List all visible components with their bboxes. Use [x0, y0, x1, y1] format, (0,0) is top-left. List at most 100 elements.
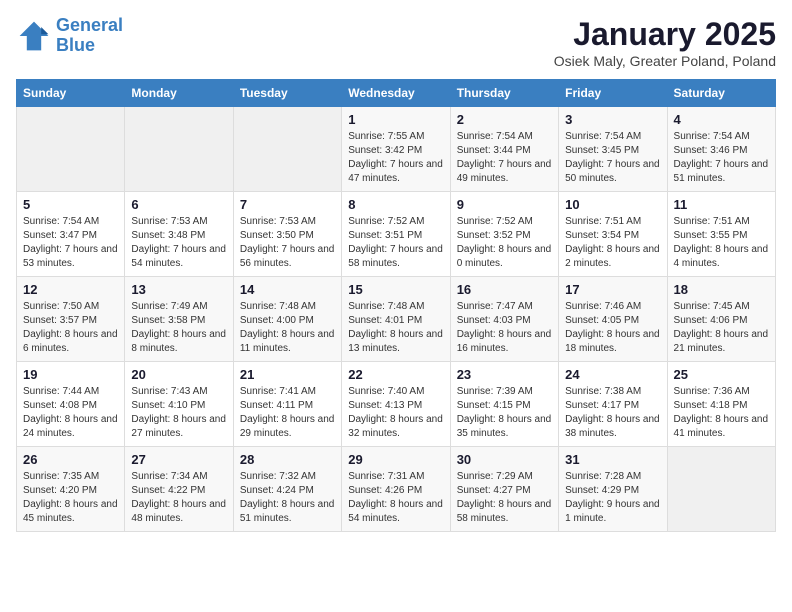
calendar-cell: 16 Sunrise: 7:47 AM Sunset: 4:03 PM Dayli… — [450, 277, 558, 362]
calendar-cell: 19 Sunrise: 7:44 AM Sunset: 4:08 PM Dayli… — [17, 362, 125, 447]
day-info: Sunrise: 7:54 AM Sunset: 3:46 PM Dayligh… — [674, 130, 769, 186]
day-header-sunday: Sunday — [17, 80, 125, 107]
calendar-cell: 1 Sunrise: 7:55 AM Sunset: 3:42 PM Daylig… — [342, 107, 450, 192]
day-info: Sunrise: 7:39 AM Sunset: 4:15 PM Dayligh… — [457, 385, 552, 441]
calendar-cell: 8Sunrise: 7:52 AM Sunset: 3:51 PM Daylig… — [342, 192, 450, 277]
calendar-cell — [125, 107, 233, 192]
day-number: 23 — [457, 367, 552, 382]
calendar-cell: 24 Sunrise: 7:38 AM Sunset: 4:17 PM Dayli… — [559, 362, 667, 447]
day-number: 29 — [348, 452, 443, 467]
calendar-cell: 17Sunrise: 7:46 AM Sunset: 4:05 PM Dayli… — [559, 277, 667, 362]
calendar-cell: 3 Sunrise: 7:54 AM Sunset: 3:45 PM Daylig… — [559, 107, 667, 192]
calendar-cell — [17, 107, 125, 192]
day-number: 10 — [565, 197, 660, 212]
day-header-friday: Friday — [559, 80, 667, 107]
calendar-cell: 12 Sunrise: 7:50 AM Sunset: 3:57 PM Dayli… — [17, 277, 125, 362]
week-row-1: 1 Sunrise: 7:55 AM Sunset: 3:42 PM Daylig… — [17, 107, 776, 192]
calendar-cell: 30Sunrise: 7:29 AM Sunset: 4:27 PM Dayli… — [450, 447, 558, 532]
calendar-cell: 7 Sunrise: 7:53 AM Sunset: 3:50 PM Daylig… — [233, 192, 341, 277]
day-info: Sunrise: 7:47 AM Sunset: 4:03 PM Dayligh… — [457, 300, 552, 356]
calendar-cell: 14Sunrise: 7:48 AM Sunset: 4:00 PM Dayli… — [233, 277, 341, 362]
day-info: Sunrise: 7:51 AM Sunset: 3:54 PM Dayligh… — [565, 215, 660, 271]
day-number: 24 — [565, 367, 660, 382]
day-info: Sunrise: 7:54 AM Sunset: 3:44 PM Dayligh… — [457, 130, 552, 186]
logo-text: General Blue — [56, 16, 123, 56]
day-header-monday: Monday — [125, 80, 233, 107]
day-number: 27 — [131, 452, 226, 467]
day-info: Sunrise: 7:35 AM Sunset: 4:20 PM Dayligh… — [23, 470, 118, 526]
calendar-cell: 25 Sunrise: 7:36 AM Sunset: 4:18 PM Dayli… — [667, 362, 775, 447]
logo: General Blue — [16, 16, 123, 56]
week-row-3: 12 Sunrise: 7:50 AM Sunset: 3:57 PM Dayli… — [17, 277, 776, 362]
day-info: Sunrise: 7:53 AM Sunset: 3:50 PM Dayligh… — [240, 215, 335, 271]
day-number: 5 — [23, 197, 118, 212]
day-info: Sunrise: 7:32 AM Sunset: 4:24 PM Dayligh… — [240, 470, 335, 526]
calendar-cell: 15Sunrise: 7:48 AM Sunset: 4:01 PM Dayli… — [342, 277, 450, 362]
calendar-cell: 27 Sunrise: 7:34 AM Sunset: 4:22 PM Dayli… — [125, 447, 233, 532]
day-number: 3 — [565, 112, 660, 127]
week-row-5: 26 Sunrise: 7:35 AM Sunset: 4:20 PM Dayli… — [17, 447, 776, 532]
day-info: Sunrise: 7:29 AM Sunset: 4:27 PM Dayligh… — [457, 470, 552, 526]
day-info: Sunrise: 7:53 AM Sunset: 3:48 PM Dayligh… — [131, 215, 226, 271]
logo-icon — [16, 18, 52, 54]
day-number: 26 — [23, 452, 118, 467]
day-header-saturday: Saturday — [667, 80, 775, 107]
calendar-cell — [667, 447, 775, 532]
calendar-cell: 11Sunrise: 7:51 AM Sunset: 3:55 PM Dayli… — [667, 192, 775, 277]
calendar-cell: 21 Sunrise: 7:41 AM Sunset: 4:11 PM Dayli… — [233, 362, 341, 447]
calendar-table: SundayMondayTuesdayWednesdayThursdayFrid… — [16, 79, 776, 532]
calendar-cell — [233, 107, 341, 192]
day-info: Sunrise: 7:36 AM Sunset: 4:18 PM Dayligh… — [674, 385, 769, 441]
day-number: 1 — [348, 112, 443, 127]
calendar-cell: 26 Sunrise: 7:35 AM Sunset: 4:20 PM Dayli… — [17, 447, 125, 532]
calendar-cell: 4 Sunrise: 7:54 AM Sunset: 3:46 PM Daylig… — [667, 107, 775, 192]
day-info: Sunrise: 7:44 AM Sunset: 4:08 PM Dayligh… — [23, 385, 118, 441]
day-number: 18 — [674, 282, 769, 297]
day-header-thursday: Thursday — [450, 80, 558, 107]
calendar-cell: 29 Sunrise: 7:31 AM Sunset: 4:26 PM Dayli… — [342, 447, 450, 532]
day-info: Sunrise: 7:54 AM Sunset: 3:45 PM Dayligh… — [565, 130, 660, 186]
day-info: Sunrise: 7:46 AM Sunset: 4:05 PM Dayligh… — [565, 300, 660, 356]
day-number: 22 — [348, 367, 443, 382]
day-info: Sunrise: 7:45 AM Sunset: 4:06 PM Dayligh… — [674, 300, 769, 356]
day-info: Sunrise: 7:34 AM Sunset: 4:22 PM Dayligh… — [131, 470, 226, 526]
day-number: 4 — [674, 112, 769, 127]
day-number: 19 — [23, 367, 118, 382]
day-number: 31 — [565, 452, 660, 467]
day-info: Sunrise: 7:50 AM Sunset: 3:57 PM Dayligh… — [23, 300, 118, 356]
day-number: 28 — [240, 452, 335, 467]
calendar-cell: 2 Sunrise: 7:54 AM Sunset: 3:44 PM Daylig… — [450, 107, 558, 192]
day-info: Sunrise: 7:38 AM Sunset: 4:17 PM Dayligh… — [565, 385, 660, 441]
subtitle: Osiek Maly, Greater Poland, Poland — [554, 53, 776, 69]
day-number: 8 — [348, 197, 443, 212]
day-number: 25 — [674, 367, 769, 382]
month-title: January 2025 — [554, 16, 776, 53]
day-number: 21 — [240, 367, 335, 382]
week-row-4: 19 Sunrise: 7:44 AM Sunset: 4:08 PM Dayli… — [17, 362, 776, 447]
day-number: 12 — [23, 282, 118, 297]
day-number: 7 — [240, 197, 335, 212]
calendar-cell: 23 Sunrise: 7:39 AM Sunset: 4:15 PM Dayli… — [450, 362, 558, 447]
day-info: Sunrise: 7:48 AM Sunset: 4:01 PM Dayligh… — [348, 300, 443, 356]
days-header-row: SundayMondayTuesdayWednesdayThursdayFrid… — [17, 80, 776, 107]
calendar-cell: 13Sunrise: 7:49 AM Sunset: 3:58 PM Dayli… — [125, 277, 233, 362]
day-info: Sunrise: 7:48 AM Sunset: 4:00 PM Dayligh… — [240, 300, 335, 356]
calendar-cell: 22Sunrise: 7:40 AM Sunset: 4:13 PM Dayli… — [342, 362, 450, 447]
week-row-2: 5 Sunrise: 7:54 AM Sunset: 3:47 PM Daylig… — [17, 192, 776, 277]
calendar-cell: 31 Sunrise: 7:28 AM Sunset: 4:29 PM Dayli… — [559, 447, 667, 532]
day-number: 20 — [131, 367, 226, 382]
day-info: Sunrise: 7:41 AM Sunset: 4:11 PM Dayligh… — [240, 385, 335, 441]
day-info: Sunrise: 7:43 AM Sunset: 4:10 PM Dayligh… — [131, 385, 226, 441]
day-number: 6 — [131, 197, 226, 212]
day-info: Sunrise: 7:28 AM Sunset: 4:29 PM Dayligh… — [565, 470, 660, 526]
day-info: Sunrise: 7:49 AM Sunset: 3:58 PM Dayligh… — [131, 300, 226, 356]
calendar-cell: 9Sunrise: 7:52 AM Sunset: 3:52 PM Daylig… — [450, 192, 558, 277]
day-info: Sunrise: 7:52 AM Sunset: 3:52 PM Dayligh… — [457, 215, 552, 271]
day-info: Sunrise: 7:54 AM Sunset: 3:47 PM Dayligh… — [23, 215, 118, 271]
day-number: 16 — [457, 282, 552, 297]
day-number: 2 — [457, 112, 552, 127]
day-info: Sunrise: 7:55 AM Sunset: 3:42 PM Dayligh… — [348, 130, 443, 186]
calendar-cell: 5 Sunrise: 7:54 AM Sunset: 3:47 PM Daylig… — [17, 192, 125, 277]
day-info: Sunrise: 7:31 AM Sunset: 4:26 PM Dayligh… — [348, 470, 443, 526]
day-header-wednesday: Wednesday — [342, 80, 450, 107]
